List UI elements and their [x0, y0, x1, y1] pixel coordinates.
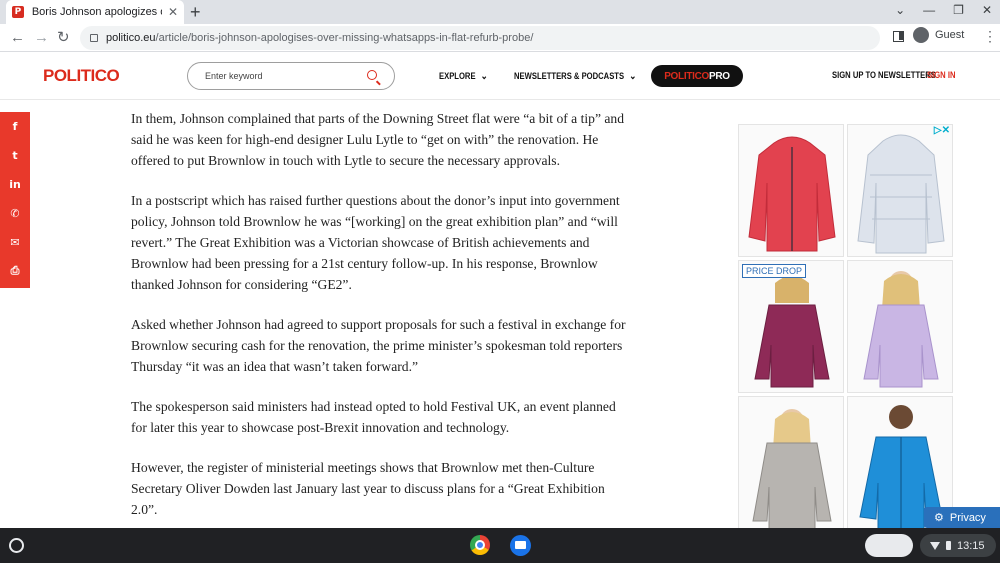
ad-product-lilac-jacket[interactable]: [847, 260, 953, 393]
files-app-icon[interactable]: [510, 535, 531, 556]
share-rail: f t in ✆ ✉ ⎙: [0, 112, 30, 288]
ad-product-grey-fleece[interactable]: [738, 396, 844, 528]
new-tab-button[interactable]: +: [190, 2, 201, 22]
twitter-icon[interactable]: t: [7, 146, 23, 164]
guest-avatar-icon: [913, 27, 929, 43]
jacket-image: [739, 397, 843, 528]
article-paragraph: Asked whether Johnson had agreed to supp…: [131, 317, 626, 374]
nav-newsletters-podcasts[interactable]: NEWSLETTERS & PODCASTS ⌄: [514, 71, 636, 82]
jacket-image: [739, 125, 843, 256]
article-paragraph: In them, Johnson complained that parts o…: [131, 111, 625, 168]
article-paragraph: However, the register of ministerial mee…: [131, 460, 605, 517]
email-icon[interactable]: ✉: [7, 233, 23, 251]
ad-product-red-jacket[interactable]: [738, 124, 844, 257]
forward-button[interactable]: →: [34, 28, 49, 48]
pro-badge-pro: PRO: [709, 70, 730, 82]
tab-strip: P Boris Johnson apologizes over m ✕ + ⌄ …: [0, 0, 1000, 24]
close-window-button[interactable]: ✕: [982, 3, 992, 17]
ad-product-white-puffer[interactable]: ▷✕: [847, 124, 953, 257]
url-text: politico.eu/article/boris-johnson-apolog…: [106, 32, 533, 44]
lock-icon[interactable]: [90, 34, 98, 42]
chevron-down-icon: ⌄: [480, 71, 488, 82]
print-icon[interactable]: ⎙: [7, 262, 23, 280]
battery-icon: [946, 541, 951, 550]
article-body: In them, Johnson complained that parts o…: [131, 108, 631, 539]
profile-button[interactable]: Guest: [913, 27, 964, 43]
signin-link[interactable]: SIGN IN: [927, 70, 955, 80]
back-button[interactable]: ←: [10, 28, 25, 48]
holding-space-tray[interactable]: [865, 534, 913, 557]
clock: 13:15: [957, 539, 985, 552]
browser-toolbar: ← → ↻ politico.eu/article/boris-johnson-…: [0, 24, 1000, 52]
jacket-image: [848, 261, 952, 392]
politico-pro-button[interactable]: POLITICO PRO: [651, 65, 743, 87]
article-paragraph: In a postscript which has raised further…: [131, 193, 620, 292]
tab-title: Boris Johnson apologizes over m: [31, 6, 162, 18]
address-bar[interactable]: politico.eu/article/boris-johnson-apolog…: [80, 26, 880, 50]
browser-menu-icon[interactable]: ⋮: [983, 28, 997, 45]
search-icon[interactable]: [367, 70, 377, 80]
chevron-down-icon: ⌄: [629, 71, 637, 82]
nav-explore-label: EXPLORE: [439, 71, 476, 81]
nav-newsletters-label: NEWSLETTERS & PODCASTS: [514, 71, 625, 81]
launcher-icon[interactable]: [9, 538, 24, 553]
facebook-icon[interactable]: f: [7, 117, 23, 135]
status-area[interactable]: 13:15: [920, 534, 996, 557]
url-path: /article/boris-johnson-apologises-over-m…: [155, 32, 534, 44]
privacy-label: Privacy: [949, 511, 986, 524]
browser-tab[interactable]: P Boris Johnson apologizes over m ✕: [6, 0, 184, 24]
whatsapp-icon[interactable]: ✆: [7, 204, 23, 222]
advertisement[interactable]: ▷✕ PRICE DROP: [738, 124, 956, 528]
minimize-button[interactable]: —: [923, 3, 935, 17]
pro-badge-politico: POLITICO: [664, 70, 710, 82]
nav-explore[interactable]: EXPLORE ⌄: [439, 71, 488, 82]
wifi-icon: [930, 541, 940, 550]
ad-product-purple-jacket[interactable]: PRICE DROP: [738, 260, 844, 393]
search-box: [187, 62, 395, 90]
reload-button[interactable]: ↻: [57, 28, 70, 48]
jacket-image: [848, 125, 952, 256]
article-paragraph: The spokesperson said ministers had inst…: [131, 399, 616, 435]
search-input[interactable]: [205, 71, 355, 81]
chrome-app-icon[interactable]: [470, 535, 490, 555]
ad-choices-icon[interactable]: ▷✕: [934, 125, 950, 136]
privacy-button[interactable]: ⚙ Privacy: [924, 507, 1000, 528]
profile-label: Guest: [935, 29, 965, 41]
site-header: POLITICO EXPLORE ⌄ NEWSLETTERS & PODCASTS…: [0, 53, 1000, 100]
signup-newsletters-link[interactable]: SIGN UP TO NEWSLETTERS: [832, 70, 936, 80]
politico-favicon-icon: P: [12, 6, 24, 18]
price-drop-badge: PRICE DROP: [742, 264, 807, 278]
tab-search-icon[interactable]: ⌄: [895, 3, 905, 17]
politico-logo[interactable]: POLITICO: [43, 66, 120, 86]
window-controls: ⌄ — ❐ ✕: [895, 3, 992, 17]
gear-icon: ⚙: [934, 512, 944, 524]
url-host: politico.eu: [106, 32, 156, 44]
linkedin-icon[interactable]: in: [7, 175, 23, 193]
restore-button[interactable]: ❐: [953, 3, 964, 17]
tab-close-icon[interactable]: ✕: [168, 5, 178, 19]
os-shelf: 13:15: [0, 528, 1000, 563]
jacket-image: [739, 261, 843, 392]
side-panel-icon[interactable]: [893, 31, 904, 42]
